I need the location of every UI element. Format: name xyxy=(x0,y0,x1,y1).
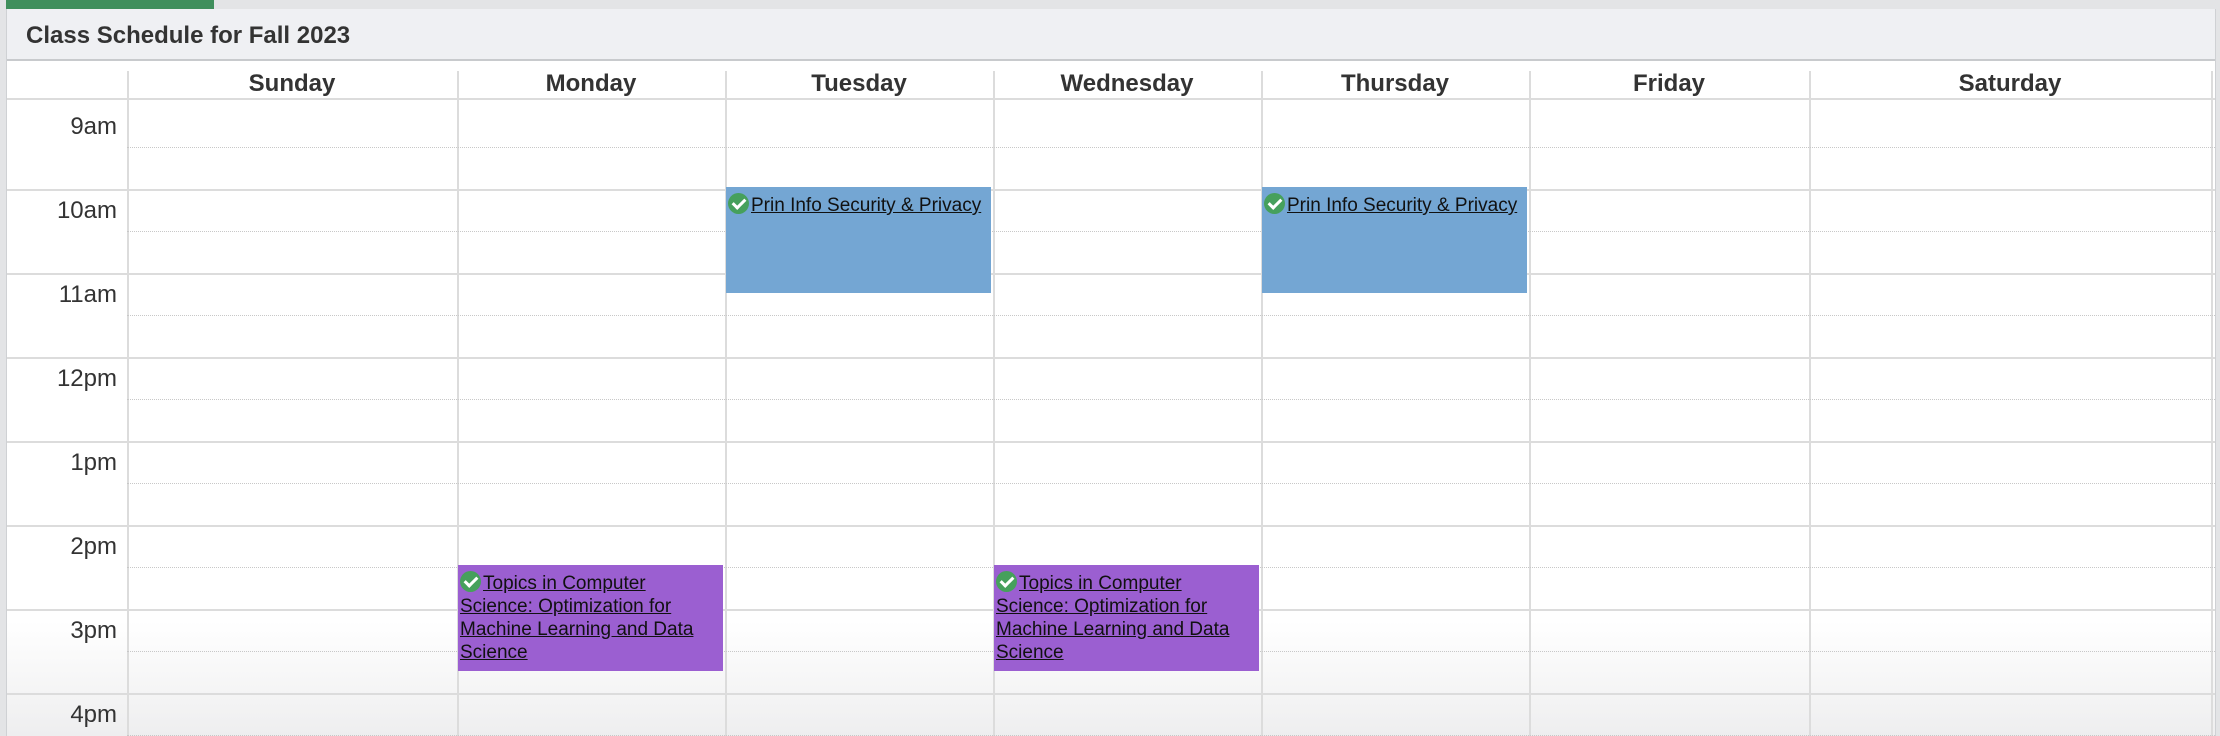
class-event-link[interactable]: Topics in Computer Science: Optimization… xyxy=(996,573,1229,663)
class-event-link[interactable]: Topics in Computer Science: Optimization… xyxy=(460,573,693,663)
check-circle-icon xyxy=(460,571,481,592)
check-circle-icon xyxy=(1264,193,1285,214)
class-event-tuesday[interactable]: Prin Info Security & Privacy xyxy=(726,187,991,293)
class-event-wednesday[interactable]: Topics in Computer Science: Optimization… xyxy=(994,565,1259,671)
time-label: 11am xyxy=(58,281,117,308)
half-hour-divider xyxy=(127,147,2215,148)
day-header-friday: Friday xyxy=(1632,70,1706,97)
check-circle-icon xyxy=(728,193,749,214)
hour-divider xyxy=(7,189,2215,191)
time-label: 9am xyxy=(70,113,117,140)
half-hour-divider xyxy=(127,399,2215,400)
column-divider xyxy=(725,71,727,736)
day-header-tuesday: Tuesday xyxy=(811,70,907,97)
time-label: 4pm xyxy=(70,701,117,728)
day-header-sunday: Sunday xyxy=(248,70,336,97)
class-event-thursday[interactable]: Prin Info Security & Privacy xyxy=(1262,187,1527,293)
schedule-header: Class Schedule for Fall 2023 xyxy=(7,9,2215,61)
column-divider xyxy=(1809,71,1811,736)
time-label: 1pm xyxy=(70,449,117,476)
day-header-thursday: Thursday xyxy=(1340,70,1450,97)
active-tab-indicator xyxy=(6,0,214,9)
hour-divider xyxy=(7,273,2215,275)
time-label: 12pm xyxy=(56,365,117,392)
hour-divider xyxy=(7,525,2215,527)
class-event-monday[interactable]: Topics in Computer Science: Optimization… xyxy=(458,565,723,671)
column-divider xyxy=(1261,71,1263,736)
column-divider xyxy=(127,71,129,736)
time-label: 2pm xyxy=(70,533,117,560)
hour-divider xyxy=(7,441,2215,443)
class-event-link[interactable]: Prin Info Security & Privacy xyxy=(1287,195,1517,216)
schedule-title: Class Schedule for Fall 2023 xyxy=(26,22,351,49)
header-divider xyxy=(7,98,2215,100)
day-header-saturday: Saturday xyxy=(1958,70,2062,97)
column-divider xyxy=(2211,71,2213,736)
time-label: 10am xyxy=(56,197,117,224)
class-event-link[interactable]: Prin Info Security & Privacy xyxy=(751,195,981,216)
check-circle-icon xyxy=(996,571,1017,592)
day-header-monday: Monday xyxy=(545,70,637,97)
calendar-grid: Sunday Monday Tuesday Wednesday Thursday… xyxy=(7,61,2215,736)
hour-divider xyxy=(7,357,2215,359)
half-hour-divider xyxy=(127,231,2215,232)
day-header-wednesday: Wednesday xyxy=(1060,70,1194,97)
half-hour-divider xyxy=(127,315,2215,316)
time-label: 3pm xyxy=(70,617,117,644)
half-hour-divider xyxy=(127,483,2215,484)
hour-divider xyxy=(7,693,2215,695)
schedule-panel: Class Schedule for Fall 2023 Sunday Mond… xyxy=(6,9,2216,736)
column-divider xyxy=(1529,71,1531,736)
